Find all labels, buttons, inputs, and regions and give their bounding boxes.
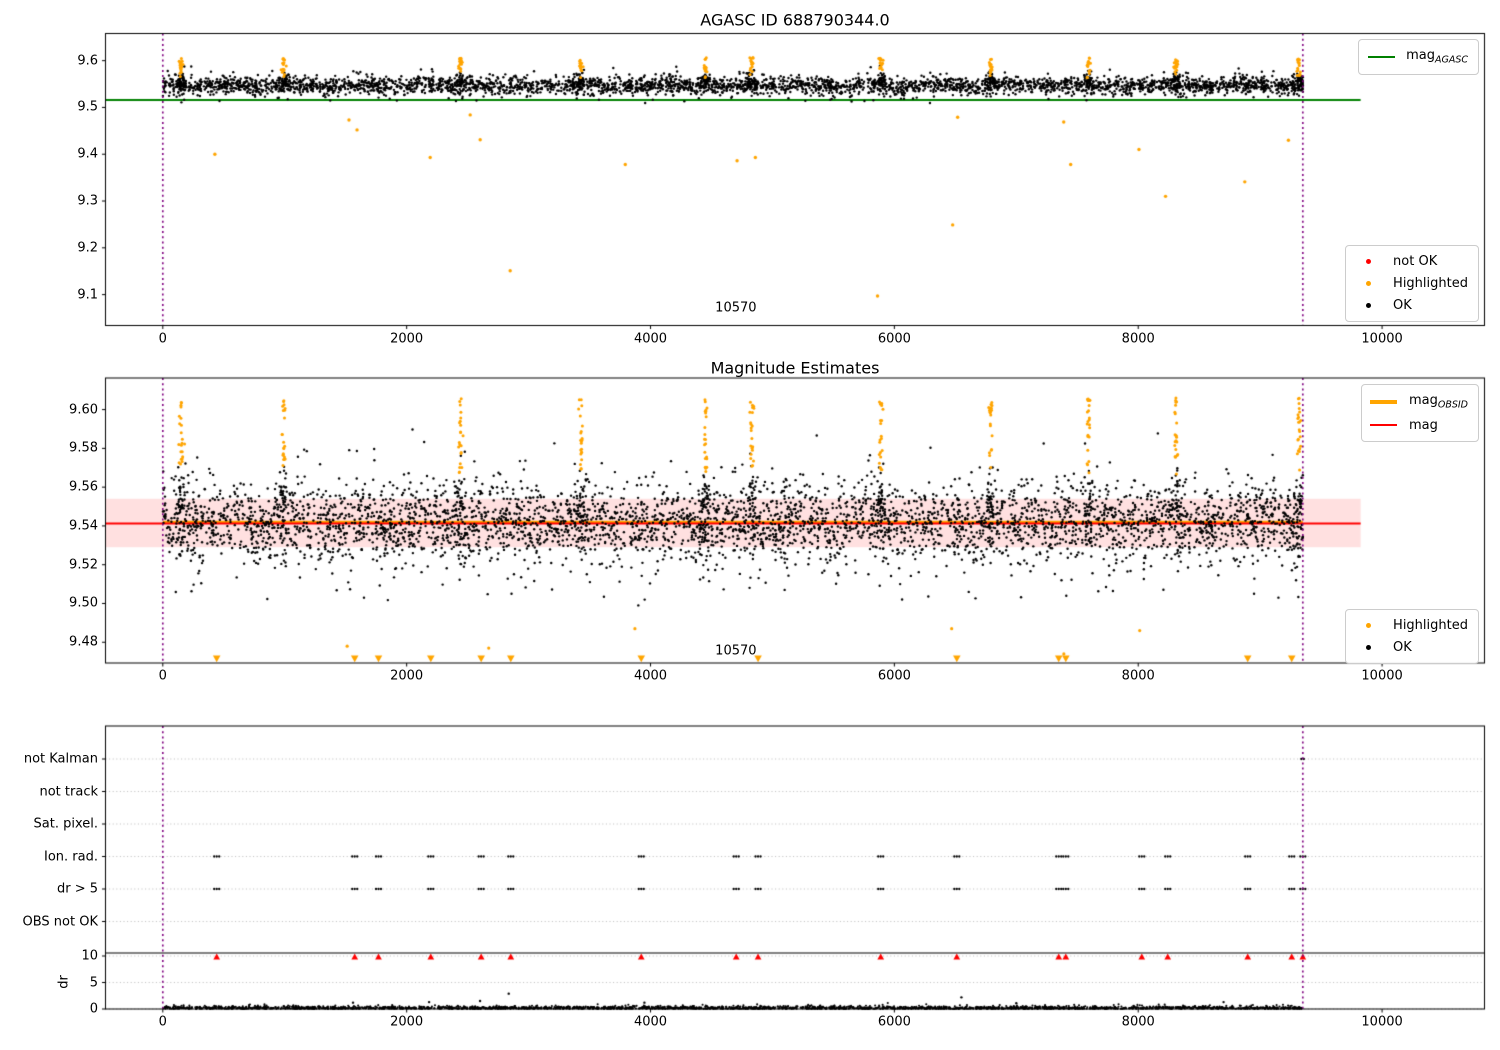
flag-category-label: not track [39,784,98,799]
ok-dot-swatch [1352,303,1384,308]
legend-label: Highlighted [1393,276,1468,291]
legend-item-ok: OK [1352,298,1468,313]
highlighted-dot-swatch [1352,281,1384,286]
x-tick-label: 2000 [390,331,424,346]
x-tick-label: 10000 [1361,1014,1403,1030]
x-tick-label: 0 [158,331,167,346]
figure: AGASC ID 688790344.0 Magnitude Estimates… [0,0,1500,1050]
legend-label: mag [1408,417,1438,433]
y-tick-label: 9.5 [77,99,98,115]
plots-canvas [0,0,1500,1050]
x-tick-label: 6000 [877,331,911,346]
legend-item-highlighted: Highlighted [1352,618,1468,633]
obsid-annotation-plot1: 10570 [715,300,757,316]
dr-tick-label: 5 [89,975,98,990]
legend-label: OK [1393,298,1412,313]
legend-mag-lines: magOBSID mag [1360,384,1479,442]
y-tick-label: 9.3 [77,193,98,209]
y-tick-label: 9.54 [69,518,98,534]
x-tick-label: 8000 [1121,1014,1155,1030]
flag-category-label: not Kalman [23,751,98,767]
legend-item-mag: mag [1368,418,1468,433]
legend-item-ok: OK [1352,640,1468,655]
x-tick-label: 2000 [390,668,424,684]
not-ok-dot-swatch [1352,259,1384,264]
x-tick-label: 0 [158,1014,167,1030]
plot1-title: AGASC ID 688790344.0 [700,10,890,30]
y-tick-label: 9.52 [69,557,98,573]
legend-item-not-ok: not OK [1352,254,1468,269]
flag-category-label: Sat. pixel. [33,816,98,832]
y-tick-label: 9.48 [69,634,98,650]
mag-agasc-line-swatch [1365,55,1397,59]
legend-item-mag-obsid: magOBSID [1368,393,1468,411]
obsid-annotation-plot2: 10570 [715,643,757,659]
dr-tick-label: 10 [81,948,98,964]
ok-dot-swatch [1352,645,1384,650]
plot2-title: Magnitude Estimates [710,358,880,378]
y-tick-label: 9.6 [77,53,98,69]
flag-category-label: dr > 5 [56,881,98,897]
dr-tick-label: 0 [89,1001,98,1017]
x-tick-label: 10000 [1361,668,1403,684]
x-tick-label: 6000 [877,1014,911,1030]
legend-label: Highlighted [1393,618,1468,633]
y-tick-label: 9.2 [77,240,98,256]
legend-label: OK [1393,640,1412,655]
y-tick-label: 9.58 [69,440,98,456]
legend-plot1-categories: not OK Highlighted OK [1345,245,1479,322]
y-tick-label: 9.4 [77,146,98,162]
highlighted-dot-swatch [1352,623,1384,628]
x-tick-label: 8000 [1121,668,1155,684]
x-tick-label: 2000 [390,1014,424,1030]
legend-item-mag-agasc: magAGASC [1365,48,1468,66]
legend-item-highlighted: Highlighted [1352,276,1468,291]
mag-line-swatch [1368,423,1400,427]
mag-obsid-line-swatch [1368,399,1400,404]
legend-plot2-categories: Highlighted OK [1345,609,1479,664]
x-tick-label: 4000 [633,331,668,346]
dr-axis-label: dr [56,975,72,989]
x-tick-label: 8000 [1121,331,1155,346]
y-tick-label: 9.60 [69,402,98,418]
y-tick-label: 9.1 [77,287,98,303]
legend-label: not OK [1393,254,1438,269]
legend-label: magAGASC [1406,48,1468,66]
x-tick-label: 6000 [877,668,911,684]
flag-category-label: Ion. rad. [44,849,98,864]
y-tick-label: 9.56 [69,479,98,495]
x-tick-label: 0 [158,668,167,684]
x-tick-label: 10000 [1361,331,1403,346]
flag-category-label: OBS not OK [22,914,99,929]
x-tick-label: 4000 [633,668,668,684]
legend-label: magOBSID [1408,393,1468,411]
y-tick-label: 9.50 [69,595,98,611]
legend-mag-agasc: magAGASC [1358,39,1479,75]
x-tick-label: 4000 [633,1014,668,1030]
